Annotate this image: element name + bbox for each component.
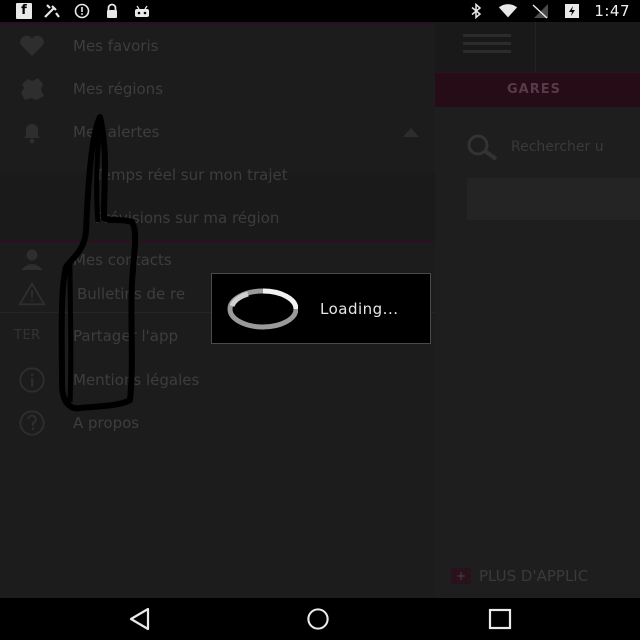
bluetooth-icon [466,3,486,19]
wifi-icon [498,3,518,19]
back-button[interactable] [126,606,154,632]
lock-icon [102,3,122,19]
person-icon [18,246,46,274]
app-screen: GARES + PLUS D'APPLIC Mes favoris Mes ré… [0,22,640,598]
chevron-up-icon[interactable] [403,128,419,137]
drawer-item-label: Partager l'app [73,327,179,345]
drawer-item-label: Bulletins de re [77,285,186,303]
drawer-item-label: Mes favoris [73,37,159,55]
alert-circle-icon [72,3,92,19]
drawer-item-label: Temps réel sur mon trajet [95,166,288,184]
more-apps-link[interactable]: + PLUS D'APPLIC [451,567,588,585]
spinner-icon [227,288,298,330]
search-icon [467,134,498,160]
map-region-icon [18,75,46,103]
drawer-item-label: Prévisions sur ma région [95,209,280,227]
heart-icon [18,32,46,60]
search-bar[interactable] [465,134,640,160]
tab-gares[interactable]: GARES [507,82,561,97]
menu-icon[interactable] [463,34,511,56]
drawer-item-apropos[interactable]: A propos [0,402,435,444]
main-content: GARES + PLUS D'APPLIC [435,22,640,598]
no-signal-icon [530,3,550,19]
bell-icon [18,118,46,146]
ter-logo: TER [14,328,41,343]
drawer-item-regions[interactable]: Mes régions [0,68,435,110]
results-placeholder [467,178,640,220]
drawer-item-alertes[interactable]: Mes alertes [0,111,435,153]
recents-button[interactable] [486,606,514,632]
status-bar: f 1:47 [0,0,640,22]
search-input[interactable] [509,138,640,156]
facebook-icon: f [16,3,32,19]
drawer-item-label: Mes contacts [73,251,172,269]
tab-bar: GARES [435,72,640,107]
tools-icon [42,3,62,19]
warning-icon [18,280,46,308]
toolbar [435,22,640,73]
battery-charging-icon [562,3,582,19]
help-icon [18,409,46,437]
drawer-item-label: A propos [73,414,140,432]
home-button[interactable] [304,606,332,632]
toolbar-divider [535,22,536,72]
navigation-bar [0,598,640,640]
drawer-item-mentions[interactable]: Mentions légales [0,359,435,401]
loading-dialog: Loading... [211,273,431,344]
drawer-top-divider [0,22,435,24]
status-time: 1:47 [594,2,630,20]
drawer-subitem-temps-reel[interactable]: Temps réel sur mon trajet [0,154,435,196]
drawer-item-label: Mes régions [73,80,164,98]
plus-icon: + [451,568,471,584]
android-icon [132,3,152,19]
loading-text: Loading... [320,300,399,318]
drawer-item-favoris[interactable]: Mes favoris [0,25,435,67]
more-apps-label: PLUS D'APPLIC [479,567,589,585]
info-icon [18,366,46,394]
drawer-subitem-previsions[interactable]: Prévisions sur ma région [0,197,435,239]
drawer-item-label: Mes alertes [73,123,160,141]
drawer-item-label: Mentions légales [73,371,200,389]
